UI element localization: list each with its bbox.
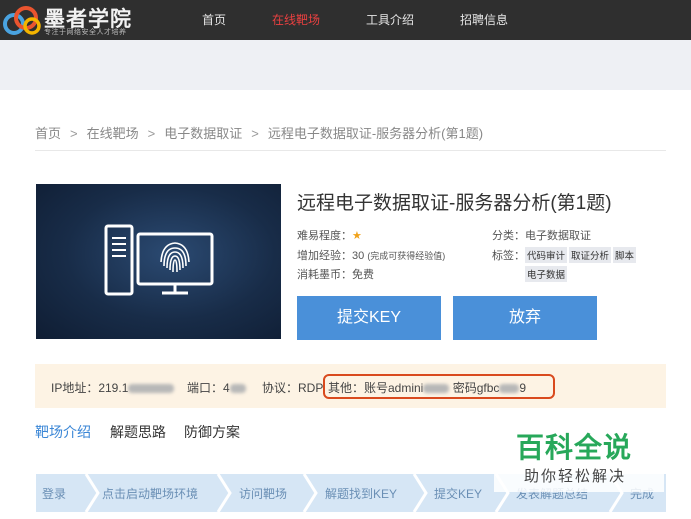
tags-row-2: 电子数据 xyxy=(525,266,569,282)
abandon-button[interactable]: 放弃 xyxy=(453,296,597,340)
connection-info-bar: IP地址：219.1 端口：4 协议：RDP 其他：账号admini 密码gfb… xyxy=(35,364,666,408)
breadcrumb-category[interactable]: 电子数据取证 xyxy=(164,126,242,141)
step-start-env: 点击启动靶场环境 xyxy=(102,487,199,501)
brand-slogan: 专注于网络安全人才培养 xyxy=(44,29,127,36)
step-visit-range: 访问靶场 xyxy=(239,487,288,501)
tab-defense[interactable]: 防御方案 xyxy=(184,422,240,442)
challenge-cover-image xyxy=(36,184,281,339)
divider xyxy=(35,150,666,151)
chevron-right-icon xyxy=(84,474,100,512)
watermark-subtitle: 助你轻松解决 xyxy=(524,468,627,485)
step-find-key: 解题找到KEY xyxy=(325,487,398,501)
tag-script[interactable]: 脚本 xyxy=(613,247,637,263)
tag-forensics[interactable]: 取证分析 xyxy=(569,247,612,263)
highlight-annotation xyxy=(323,374,555,399)
nav-home[interactable]: 首页 xyxy=(202,11,226,28)
nav-online-range[interactable]: 在线靶场 xyxy=(272,11,320,28)
site-logo[interactable]: 墨者学院 专注于网络安全人才培养 xyxy=(0,0,150,40)
nav-jobs[interactable]: 招聘信息 xyxy=(460,11,508,28)
exp-note: (完成可获得经验值) xyxy=(367,251,446,261)
star-icon: ★ xyxy=(352,230,362,242)
chevron-right-icon xyxy=(302,474,318,512)
tag-code-audit[interactable]: 代码审计 xyxy=(525,247,568,263)
tab-solution-ideas[interactable]: 解题思路 xyxy=(110,422,166,442)
redacted-port xyxy=(229,384,246,394)
protocol: 协议：RDP xyxy=(262,381,324,395)
tag-electronic-data[interactable]: 电子数据 xyxy=(525,266,568,282)
sub-header-band xyxy=(0,40,691,90)
exp-label: 增加经验：30 xyxy=(297,250,365,262)
category: 分类：电子数据取证 xyxy=(492,230,591,242)
tab-intro[interactable]: 靶场介绍 xyxy=(35,422,91,442)
nav-tools[interactable]: 工具介绍 xyxy=(366,11,414,28)
ip-address: IP地址：219.1 xyxy=(51,379,175,396)
step-submit-key: 提交KEY xyxy=(434,487,483,501)
breadcrumb: 首页 > 在线靶场 > 电子数据取证 > 远程电子数据取证-服务器分析(第1题) xyxy=(35,126,484,141)
port-text: 端口：4 xyxy=(187,381,230,395)
breadcrumb-home[interactable]: 首页 xyxy=(35,126,61,141)
watermark-title: 百科全说 xyxy=(516,432,633,463)
ip-address-text: IP地址：219.1 xyxy=(51,381,129,395)
difficulty-label: 难易程度： xyxy=(297,230,352,242)
port: 端口：4 xyxy=(187,379,246,396)
experience: 增加经验：30 (完成可获得经验值) xyxy=(297,247,445,263)
breadcrumb-current: 远程电子数据取证-服务器分析(第1题) xyxy=(267,126,484,141)
watermark: 百科全说 助你轻松解决 xyxy=(494,422,664,492)
tags-row: 标签： 代码审计 取证分析 脚本 xyxy=(492,247,638,263)
top-nav-bar: 墨者学院 专注于网络安全人才培养 首页 在线靶场 工具介绍 招聘信息 xyxy=(0,0,691,40)
cost: 消耗墨币：免费 xyxy=(297,269,374,281)
chevron-right-icon xyxy=(412,474,428,512)
chevron-right-icon xyxy=(216,474,232,512)
redacted-ip xyxy=(128,384,175,394)
challenge-title: 远程电子数据取证-服务器分析(第1题) xyxy=(297,193,612,214)
breadcrumb-online-range[interactable]: 在线靶场 xyxy=(87,126,139,141)
cloud-logo-icon xyxy=(3,6,41,35)
computer-fingerprint-icon xyxy=(104,224,214,296)
submit-key-button[interactable]: 提交KEY xyxy=(297,296,441,340)
tags-label: 标签： xyxy=(492,250,525,262)
difficulty: 难易程度：★ xyxy=(297,227,362,243)
step-login: 登录 xyxy=(42,487,67,501)
